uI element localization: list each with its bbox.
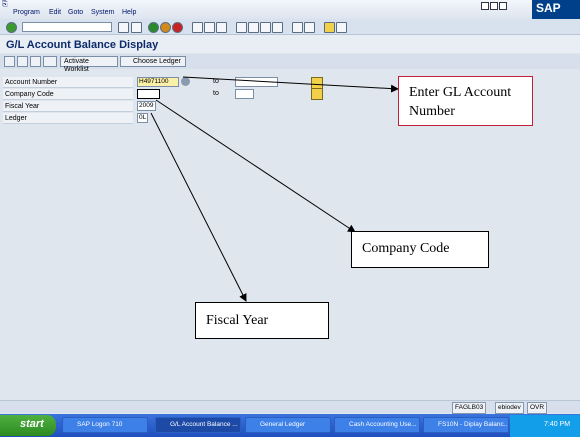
start-button[interactable]: start (0, 415, 56, 436)
taskbar-item-fs10n[interactable]: FS10N - Diplay Balanc... (423, 417, 509, 433)
arrow-fiscal (150, 112, 247, 302)
transaction-code-text: FAGLB03 (455, 404, 484, 411)
clock: 7:40 PM (544, 421, 571, 428)
taskbar-item-general-ledger[interactable]: General Ledger (245, 417, 331, 433)
insert-mode[interactable]: OVR (527, 402, 548, 414)
status-bar (0, 400, 580, 413)
taskbar-item-sap-logon[interactable]: SAP Logon 710 (62, 417, 148, 433)
server-name: ebiodev (495, 402, 524, 414)
system-tray: 7:40 PM (510, 415, 580, 437)
transaction-code: FAGLB03 (452, 402, 487, 414)
annotation-arrows (150, 76, 399, 302)
callout-gl-account: Enter GL Account Number (398, 76, 533, 126)
callout-fiscal-year: Fiscal Year (195, 302, 329, 339)
taskbar-item-cash-accounting[interactable]: Cash Accounting Use... (334, 417, 420, 433)
callout-company-code: Company Code (351, 231, 489, 268)
taskbar-item-gl-balance[interactable]: G/L Account Balance ... (155, 417, 241, 433)
arrow-company (155, 99, 356, 233)
arrow-gl (182, 76, 399, 93)
